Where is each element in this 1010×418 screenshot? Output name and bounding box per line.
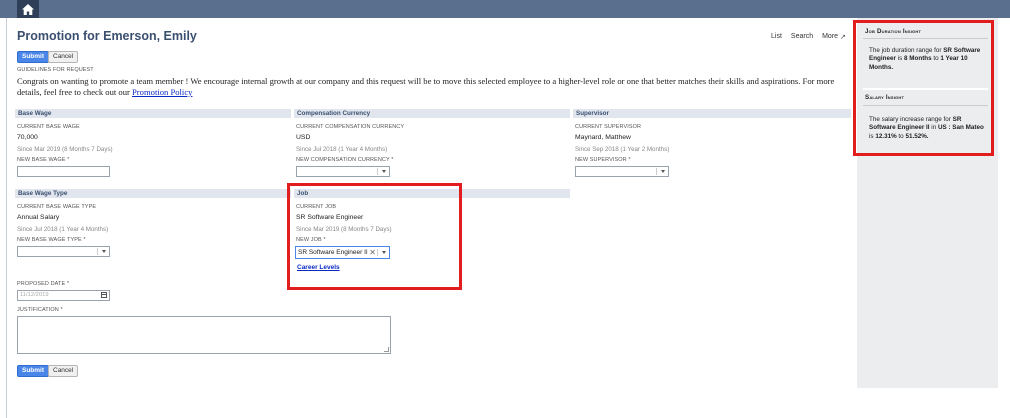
home-button[interactable] xyxy=(17,0,39,18)
chevron-down-icon xyxy=(382,251,386,254)
resize-handle-icon[interactable] xyxy=(384,347,389,352)
new-base-wage-input[interactable] xyxy=(17,166,110,177)
new-base-wage-type-select[interactable] xyxy=(17,246,110,257)
select-separator xyxy=(377,168,378,175)
search-link[interactable]: Search xyxy=(791,33,813,40)
more-link[interactable]: More xyxy=(822,33,838,40)
base-wage-type-header: Base Wage Type xyxy=(15,189,291,198)
chevron-down-icon xyxy=(661,170,665,173)
select-separator xyxy=(97,248,98,255)
guidelines-label: GUIDELINES FOR REQUEST xyxy=(17,67,94,73)
select-separator xyxy=(377,249,378,256)
content-left-border xyxy=(6,18,7,418)
insight-divider xyxy=(863,38,988,39)
promotion-policy-link[interactable]: Promotion Policy xyxy=(132,87,192,97)
insight-divider xyxy=(863,105,988,106)
current-supervisor-label: CURRENT SUPERVISOR xyxy=(575,124,642,130)
current-currency-value: USD xyxy=(296,134,311,141)
job-since: Since Mar 2019 (8 Months 7 Days) xyxy=(296,226,392,233)
proposed-date-label: PROPOSED DATE * xyxy=(17,281,70,287)
supervisor-header: Supervisor xyxy=(573,109,851,118)
select-separator xyxy=(656,168,657,175)
insights-panel xyxy=(857,18,998,388)
current-supervisor-value: Maynard, Matthew xyxy=(575,134,631,141)
job-duration-insight-title: Job Duration Insight xyxy=(865,28,922,35)
page-title: Promotion for Emerson, Emily xyxy=(17,29,197,43)
justification-textarea[interactable] xyxy=(17,316,391,354)
currency-since: Since Jul 2018 (1 Year 4 Months) xyxy=(296,146,388,153)
new-job-label: NEW JOB * xyxy=(296,237,326,243)
chevron-down-icon xyxy=(382,170,386,173)
insight-divider xyxy=(863,88,988,90)
supervisor-since: Since Sep 2018 (1 Year 2 Months) xyxy=(575,146,670,153)
current-base-wage-type-value: Annual Salary xyxy=(17,214,60,221)
list-link[interactable]: List xyxy=(771,33,782,40)
page-actions: List Search More xyxy=(771,33,838,40)
proposed-date-placeholder: 11/12/2019 xyxy=(20,292,49,298)
new-job-select[interactable]: SR Software Engineer II ✕ xyxy=(295,246,390,259)
cancel-button-bottom[interactable]: Cancel xyxy=(48,365,79,377)
home-icon xyxy=(22,3,34,15)
cancel-button[interactable]: Cancel xyxy=(48,51,79,63)
new-base-wage-label: NEW BASE WAGE * xyxy=(17,157,70,163)
justification-label: JUSTIFICATION * xyxy=(17,307,63,313)
current-currency-label: CURRENT COMPENSATION CURRENCY xyxy=(296,124,405,130)
job-duration-insight-text: The job duration range for SR Software E… xyxy=(869,47,981,71)
current-job-label: CURRENT JOB xyxy=(296,204,337,210)
current-base-wage-type-label: CURRENT BASE WAGE TYPE xyxy=(17,204,97,210)
submit-button-bottom[interactable]: Submit xyxy=(17,365,50,377)
pin-icon[interactable]: ↗ xyxy=(840,33,846,41)
job-header: Job xyxy=(294,189,570,198)
current-base-wage-value: 70,000 xyxy=(17,134,38,141)
current-base-wage-label: CURRENT BASE WAGE xyxy=(17,124,80,130)
new-base-wage-type-label: NEW BASE WAGE TYPE * xyxy=(17,237,86,243)
base-wage-header: Base Wage xyxy=(15,109,291,118)
current-job-value: SR Software Engineer xyxy=(296,214,364,221)
new-supervisor-label: NEW SUPERVISOR * xyxy=(575,157,631,163)
calendar-icon[interactable] xyxy=(101,292,107,298)
submit-button[interactable]: Submit xyxy=(17,51,50,63)
top-navigation-bar xyxy=(0,0,1010,18)
proposed-date-input[interactable]: 11/12/2019 xyxy=(17,290,110,301)
clear-icon[interactable]: ✕ xyxy=(369,247,376,258)
new-currency-label: NEW COMPENSATION CURRENCY * xyxy=(296,157,394,163)
salary-insight-title: Salary Insight xyxy=(865,94,905,101)
new-job-value: SR Software Engineer II xyxy=(298,249,368,256)
new-supervisor-select[interactable] xyxy=(575,166,669,177)
base-wage-since: Since Mar 2019 (8 Months 7 Days) xyxy=(17,146,113,153)
compensation-currency-header: Compensation Currency xyxy=(294,109,570,118)
salary-insight-text: The salary increase range for SR Softwar… xyxy=(869,116,984,140)
new-currency-select[interactable] xyxy=(296,166,390,177)
career-levels-link[interactable]: Career Levels xyxy=(297,264,340,271)
chevron-down-icon xyxy=(102,250,106,253)
guidelines-text: Congrats on wanting to promote a team me… xyxy=(17,76,857,97)
base-wage-type-since: Since Jul 2018 (1 Year 4 Months) xyxy=(17,226,109,233)
